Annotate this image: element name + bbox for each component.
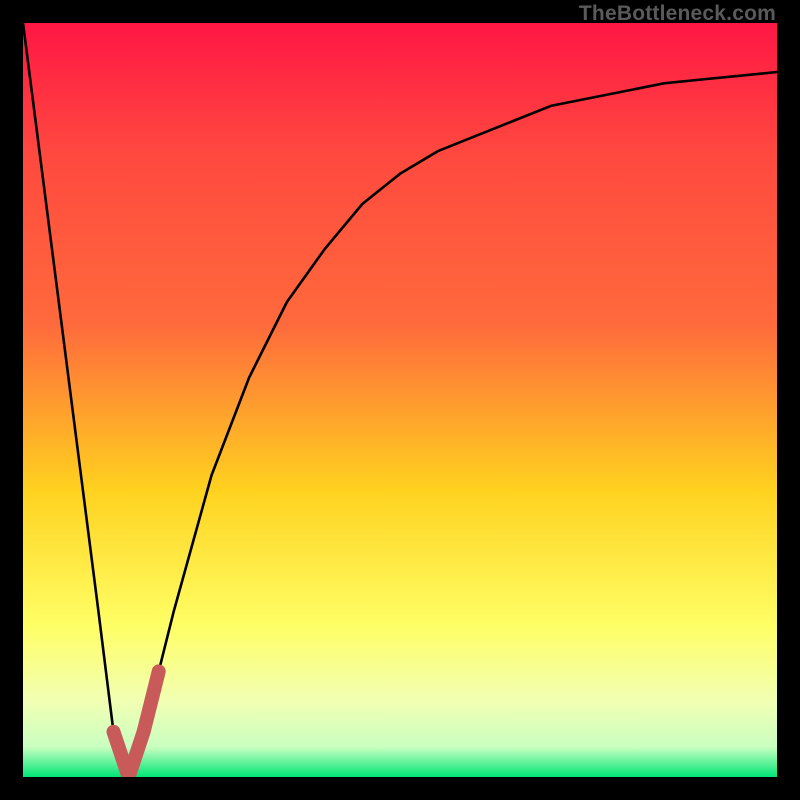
curves-layer <box>23 23 777 777</box>
highlight-j <box>114 671 159 777</box>
bottleneck-curve <box>23 23 777 777</box>
watermark-text: TheBottleneck.com <box>579 2 776 26</box>
chart-frame: TheBottleneck.com <box>0 0 800 800</box>
plot-area <box>23 23 777 777</box>
